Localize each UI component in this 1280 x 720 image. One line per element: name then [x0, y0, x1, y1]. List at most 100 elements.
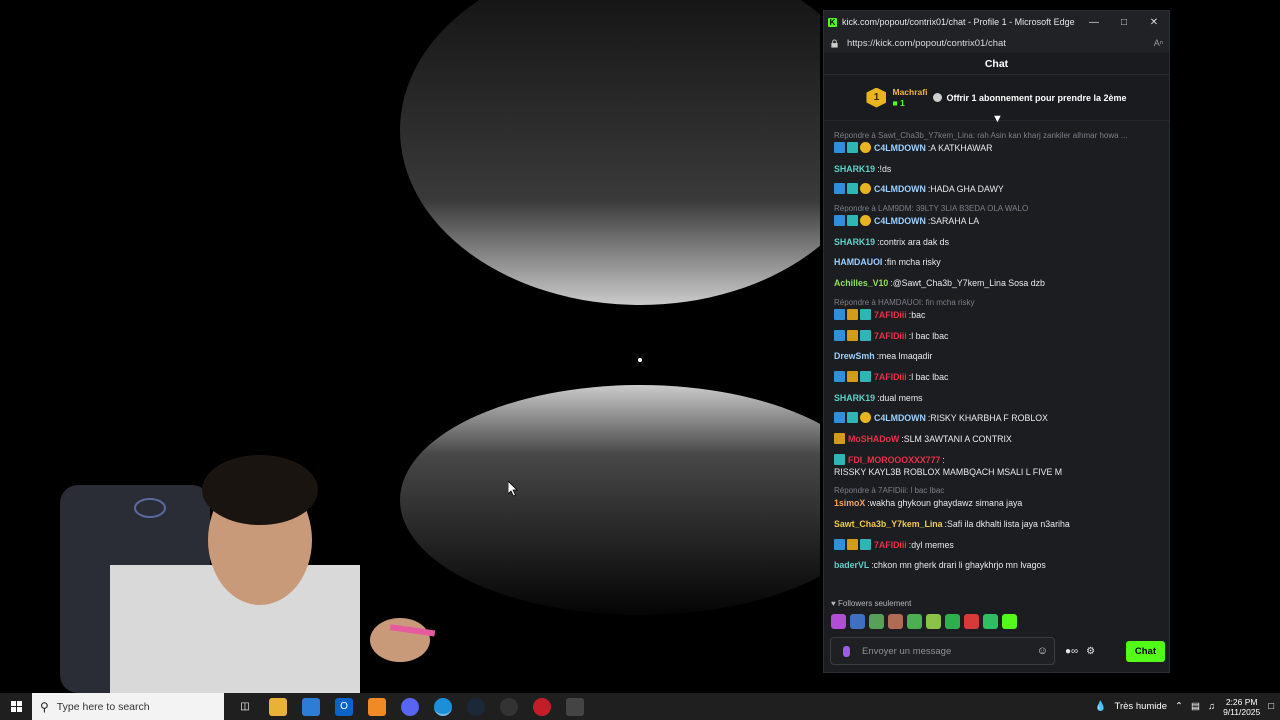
title-bar[interactable]: K kick.com/popout/contrix01/chat - Profi…: [824, 11, 1169, 33]
send-chat-button[interactable]: Chat: [1125, 640, 1165, 662]
outlook-icon[interactable]: O: [335, 697, 353, 716]
chat-username[interactable]: C4LMDOWN: [874, 412, 926, 424]
chat-message[interactable]: FDI_MOROOOXXX777: RISSKY KAYL3B ROBLOX M…: [834, 453, 1159, 478]
start-button[interactable]: [0, 693, 32, 720]
address-bar[interactable]: https://kick.com/popout/contrix01/chat A…: [824, 33, 1169, 53]
chat-username[interactable]: DrewSmh: [834, 350, 875, 362]
emote-icon[interactable]: [831, 614, 846, 629]
reply-context[interactable]: Répondre à HAMDAUOI: fin mcha risky: [834, 298, 1159, 307]
taskbar-search[interactable]: ⚲ Type here to search: [32, 693, 224, 720]
emote-icon[interactable]: [945, 614, 960, 629]
user-badges: [834, 183, 871, 195]
chat-message[interactable]: SHARK19: contrix ara dak ds: [834, 236, 1159, 248]
chat-message[interactable]: SHARK19: !ds: [834, 163, 1159, 175]
chat-message[interactable]: Répondre à 7AFIDiii: l bac lbac 1simoX: w…: [834, 486, 1159, 509]
network-icon[interactable]: ▤: [1191, 701, 1200, 712]
pinned-count-value: 1: [899, 97, 905, 108]
chat-text: l bac lbac: [911, 330, 949, 341]
tray-overflow-icon[interactable]: ⌃: [1175, 701, 1183, 712]
chat-message[interactable]: 7AFIDiii: dyl memes: [834, 538, 1159, 551]
chat-text: @Sawt_Cha3b_Y7kem_Lina Sosa dzb: [892, 278, 1045, 289]
microsoft-store-icon[interactable]: [302, 697, 320, 716]
chat-username[interactable]: MoSHADoW: [848, 433, 899, 445]
clock[interactable]: 2:26 PM 9/11/2025: [1223, 697, 1260, 717]
chat-username[interactable]: 7AFIDiii: [874, 371, 907, 383]
emoji-icon[interactable]: ☺: [1037, 645, 1048, 657]
message-line: 7AFIDiii: l bac lbac: [834, 329, 1159, 342]
chat-message[interactable]: Répondre à HAMDAUOI: fin mcha risky 7AFID…: [834, 298, 1159, 321]
chat-username[interactable]: SHARK19: [834, 392, 875, 404]
chat-message[interactable]: Répondre à LAM9DM: 39LTY 3LIA B3EDA OLA …: [834, 204, 1159, 227]
emote-icon[interactable]: [888, 614, 903, 629]
chat-username[interactable]: Achilles_V10: [834, 277, 888, 289]
taskbar: ⚲ Type here to search ◫ O 💧 Très humide …: [0, 693, 1280, 720]
chat-username[interactable]: C4LMDOWN: [874, 215, 926, 227]
chat-username[interactable]: 1simoX: [834, 497, 865, 509]
chat-message[interactable]: MoSHADoW: SLM 3AWTANI A CONTRIX: [834, 432, 1159, 445]
weather-icon[interactable]: 💧: [1095, 701, 1107, 712]
steam-icon[interactable]: [467, 697, 485, 716]
obs-icon[interactable]: [500, 697, 518, 716]
chat-username[interactable]: FDI_MOROOOXXX777: [848, 454, 940, 466]
emote-icon[interactable]: [1002, 614, 1017, 629]
clock-time: 2:26 PM: [1225, 696, 1258, 707]
chat-message-input[interactable]: Envoyer un message ☺: [830, 637, 1055, 665]
chat-message[interactable]: 7AFIDiii: l bac lbac: [834, 329, 1159, 342]
gold-badge-icon: [860, 142, 871, 153]
blue-badge-icon: [834, 538, 845, 550]
app-orange-icon[interactable]: [368, 697, 386, 716]
settings-gear-icon[interactable]: ⚙: [1086, 646, 1095, 657]
gift-subscription[interactable]: Offrir 1 abonnement pour prendre la 2ème: [933, 93, 1127, 103]
chat-username[interactable]: 7AFIDiii: [874, 330, 907, 342]
app-dark-icon[interactable]: [566, 697, 584, 716]
chat-message[interactable]: HAMDAUOI: fin mcha risky: [834, 256, 1159, 268]
chat-message[interactable]: Achilles_V10: @Sawt_Cha3b_Y7kem_Lina Sos…: [834, 277, 1159, 289]
emote-icon[interactable]: [907, 614, 922, 629]
microphone-icon[interactable]: [843, 645, 850, 657]
read-aloud-icon[interactable]: Aⁿ: [1154, 38, 1163, 48]
notifications-icon[interactable]: □: [1268, 701, 1274, 712]
emote-icon[interactable]: [869, 614, 884, 629]
weather-text[interactable]: Très humide: [1115, 701, 1167, 712]
maximize-icon[interactable]: □: [1109, 17, 1139, 28]
close-icon[interactable]: ✕: [1139, 17, 1169, 28]
minimize-icon[interactable]: —: [1079, 17, 1109, 28]
message-line: C4LMDOWN: RISKY KHARBHA F ROBLOX: [834, 412, 1159, 424]
task-view-icon[interactable]: ◫: [236, 698, 254, 716]
chat-message[interactable]: C4LMDOWN: HADA GHA DAWY: [834, 183, 1159, 195]
chat-messages[interactable]: Répondre à Sawt_Cha3b_Y7kem_Lina: rah As…: [824, 131, 1169, 596]
chat-message[interactable]: Sawt_Cha3b_Y7kem_Lina: Safi ila dkhalti …: [834, 518, 1159, 530]
reply-context[interactable]: Répondre à Sawt_Cha3b_Y7kem_Lina: rah As…: [834, 131, 1159, 140]
url-text[interactable]: https://kick.com/popout/contrix01/chat: [847, 38, 1154, 49]
chat-message[interactable]: SHARK19: dual mems: [834, 392, 1159, 404]
chat-message[interactable]: baderVL: chkon mn gherk drari li ghaykhr…: [834, 559, 1159, 571]
reply-context[interactable]: Répondre à LAM9DM: 39LTY 3LIA B3EDA OLA …: [834, 204, 1159, 213]
chat-message[interactable]: C4LMDOWN: RISKY KHARBHA F ROBLOX: [834, 412, 1159, 424]
chat-username[interactable]: C4LMDOWN: [874, 183, 926, 195]
discord-icon[interactable]: [401, 697, 419, 716]
chat-username[interactable]: C4LMDOWN: [874, 142, 926, 154]
chat-username[interactable]: SHARK19: [834, 163, 875, 175]
file-explorer-icon[interactable]: [269, 697, 287, 716]
chat-username[interactable]: baderVL: [834, 559, 869, 571]
chat-message[interactable]: 7AFIDiii: l bac lbac: [834, 370, 1159, 383]
points-icon[interactable]: ●∞: [1065, 646, 1078, 657]
edge-window: K kick.com/popout/contrix01/chat - Profi…: [823, 10, 1170, 673]
emote-icon[interactable]: [983, 614, 998, 629]
edge-icon[interactable]: [434, 697, 452, 716]
emote-icon[interactable]: [926, 614, 941, 629]
chat-username[interactable]: 7AFIDiii: [874, 539, 907, 551]
chat-message[interactable]: DrewSmh: mea lmaqadir: [834, 350, 1159, 362]
chat-username[interactable]: SHARK19: [834, 236, 875, 248]
app-red-icon[interactable]: [533, 697, 551, 716]
pinned-gift-banner[interactable]: 1 Machrafi ■ 1 Offrir 1 abonnement pour …: [824, 75, 1169, 125]
scroll-down-icon[interactable]: ▼: [992, 113, 1003, 125]
emote-icon[interactable]: [964, 614, 979, 629]
volume-icon[interactable]: ♫: [1208, 701, 1215, 712]
chat-message[interactable]: Répondre à Sawt_Cha3b_Y7kem_Lina: rah As…: [834, 131, 1159, 154]
chat-username[interactable]: 7AFIDiii: [874, 309, 907, 321]
chat-username[interactable]: HAMDAUOI: [834, 256, 882, 268]
reply-context[interactable]: Répondre à 7AFIDiii: l bac lbac: [834, 486, 1159, 495]
emote-icon[interactable]: [850, 614, 865, 629]
chat-username[interactable]: Sawt_Cha3b_Y7kem_Lina: [834, 518, 943, 530]
